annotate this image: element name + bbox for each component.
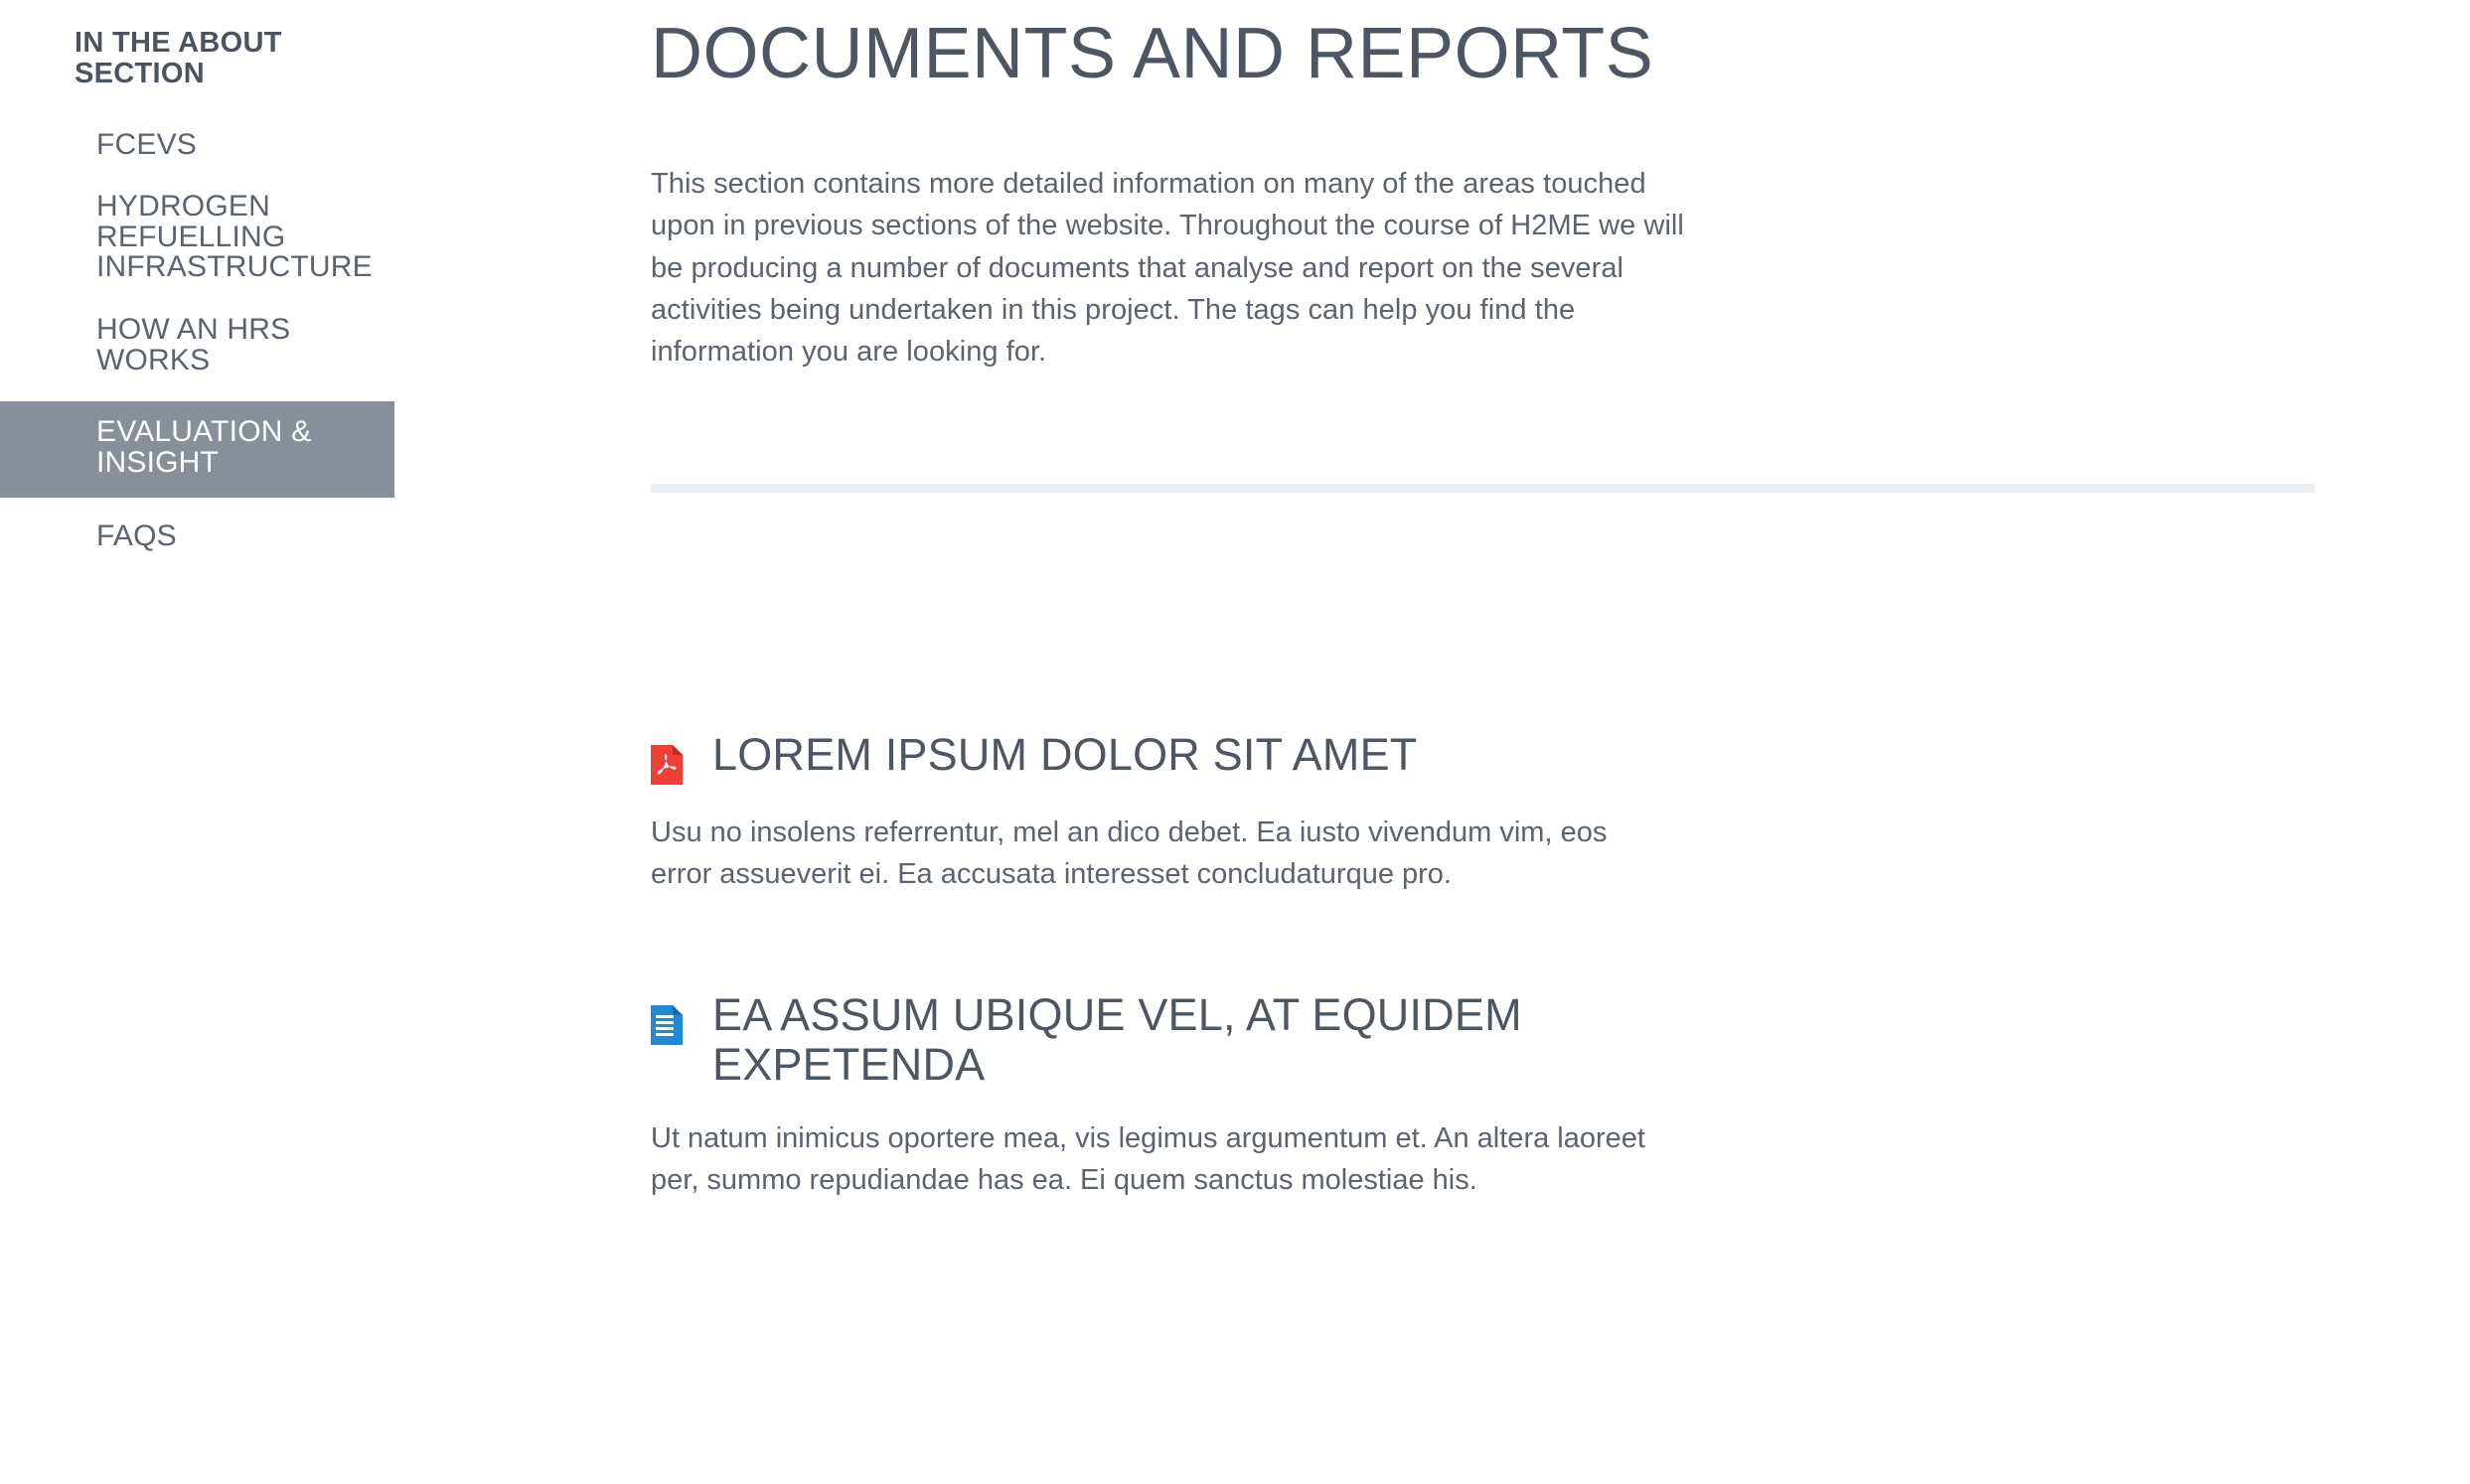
sidebar-item-fcevs[interactable]: FCEVS — [0, 124, 394, 171]
document-header[interactable]: LOREM IPSUM DOLOR SIT AMET — [651, 729, 1803, 785]
section-sidebar: IN THE ABOUT SECTION FCEVS HYDROGEN REFU… — [0, 0, 616, 1484]
main-content: DOCUMENTS AND REPORTS This section conta… — [651, 0, 2470, 1484]
section-divider — [651, 484, 2315, 493]
document-title[interactable]: LOREM IPSUM DOLOR SIT AMET — [712, 729, 1418, 780]
document-description: Usu no insolens referrentur, mel an dico… — [651, 816, 1608, 891]
document-title[interactable]: EA ASSUM UBIQUE VEL, AT EQUIDEM EXPETEND… — [712, 989, 1716, 1091]
intro-paragraph: This section contains more detailed info… — [651, 168, 1684, 369]
sidebar-item-how-an-hrs-works[interactable]: HOW AN HRS WORKS — [0, 309, 394, 385]
document-header[interactable]: EA ASSUM UBIQUE VEL, AT EQUIDEM EXPETEND… — [651, 989, 1803, 1091]
sidebar-item-hydrogen-refuelling-infrastructure[interactable]: HYDROGEN REFUELLING INFRASTRUCTURE — [0, 186, 394, 293]
sidebar-nav-list: FCEVS HYDROGEN REFUELLING INFRASTRUCTURE… — [0, 124, 616, 562]
page-root: IN THE ABOUT SECTION FCEVS HYDROGEN REFU… — [0, 0, 2470, 1484]
document-description: Ut natum inimicus oportere mea, vis legi… — [651, 1121, 1645, 1196]
pdf-file-icon — [651, 745, 683, 785]
document-list: LOREM IPSUM DOLOR SIT AMET Usu no insole… — [651, 729, 1803, 1296]
document-file-icon — [651, 1005, 683, 1046]
document-item: EA ASSUM UBIQUE VEL, AT EQUIDEM EXPETEND… — [651, 989, 1803, 1201]
document-item: LOREM IPSUM DOLOR SIT AMET Usu no insole… — [651, 729, 1803, 895]
page-title: DOCUMENTS AND REPORTS — [651, 14, 1654, 93]
sidebar-heading: IN THE ABOUT SECTION — [75, 27, 282, 90]
sidebar-item-faqs[interactable]: FAQS — [0, 516, 394, 562]
sidebar-item-evaluation-and-insight[interactable]: EVALUATION & INSIGHT — [0, 401, 394, 499]
